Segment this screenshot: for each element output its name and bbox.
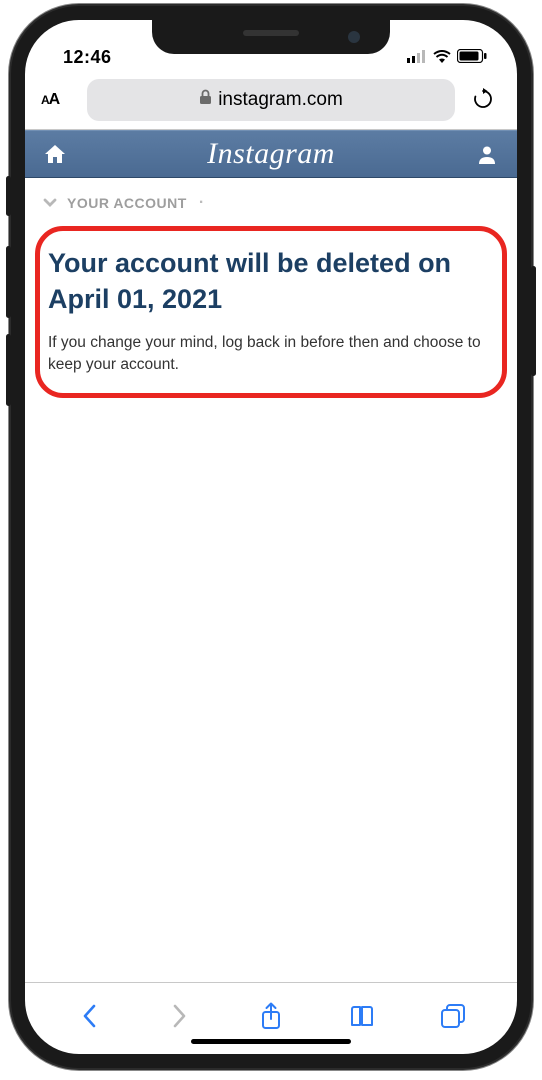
breadcrumb-separator: · <box>199 194 205 212</box>
instagram-header: Instagram <box>25 130 517 178</box>
refresh-button[interactable] <box>465 88 501 112</box>
wifi-icon <box>433 47 451 68</box>
notch <box>152 20 390 54</box>
volume-up-button <box>6 246 11 318</box>
volume-down-button <box>6 334 11 406</box>
profile-icon[interactable] <box>475 144 499 164</box>
status-time: 12:46 <box>63 47 112 68</box>
safari-address-bar: AA instagram.com <box>25 70 517 130</box>
status-indicators <box>407 47 487 68</box>
highlight-annotation: Your account will be deleted on April 01… <box>35 226 507 398</box>
cellular-icon <box>407 47 427 68</box>
content-area <box>25 398 517 982</box>
chevron-down-icon <box>43 195 57 211</box>
home-icon[interactable] <box>43 144 67 164</box>
phone-frame: 12:46 AA instagram.com <box>11 6 531 1068</box>
phone-screen: 12:46 AA instagram.com <box>25 20 517 1054</box>
back-button[interactable] <box>69 1003 109 1029</box>
front-camera <box>348 31 360 43</box>
power-button <box>531 266 536 376</box>
lock-icon <box>199 89 212 111</box>
url-field[interactable]: instagram.com <box>87 79 455 121</box>
url-text: instagram.com <box>218 89 343 111</box>
breadcrumb-label: YOUR ACCOUNT <box>67 195 187 211</box>
home-indicator[interactable] <box>191 1039 351 1044</box>
bookmarks-button[interactable] <box>342 1004 382 1028</box>
account-deletion-heading: Your account will be deleted on April 01… <box>48 245 494 318</box>
instagram-logo[interactable]: Instagram <box>207 137 335 171</box>
speaker-grille <box>243 30 299 36</box>
forward-button <box>160 1003 200 1029</box>
account-deletion-body: If you change your mind, log back in bef… <box>48 332 494 377</box>
tabs-button[interactable] <box>433 1003 473 1029</box>
volume-mute-switch <box>6 176 11 216</box>
battery-icon <box>457 47 487 68</box>
share-button[interactable] <box>251 1002 291 1030</box>
text-size-button[interactable]: AA <box>41 91 77 109</box>
breadcrumb[interactable]: YOUR ACCOUNT · <box>25 178 517 224</box>
